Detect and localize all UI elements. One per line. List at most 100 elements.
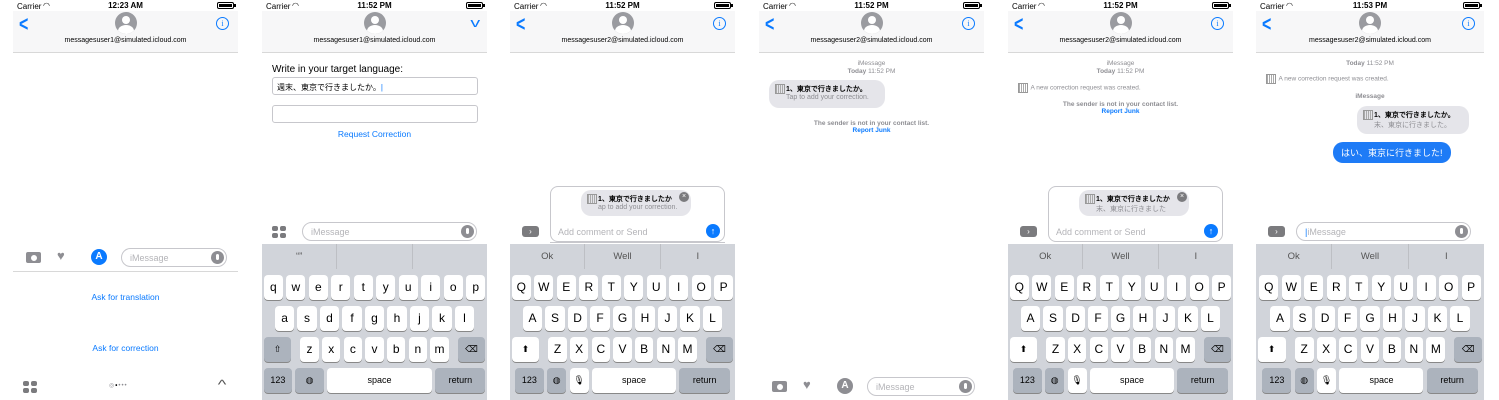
key-s[interactable]: S xyxy=(1043,306,1063,331)
key-d[interactable]: D xyxy=(567,306,588,331)
key-a[interactable]: a xyxy=(274,306,295,331)
return-key[interactable]: return xyxy=(679,368,731,393)
space-key[interactable]: space xyxy=(591,368,676,393)
key-z[interactable]: Z xyxy=(1294,337,1314,362)
key-k[interactable]: K xyxy=(1427,306,1448,331)
dictation-key-icon[interactable]: 🎙 xyxy=(1067,368,1087,393)
shift-key-icon[interactable]: ⬆ xyxy=(511,337,540,362)
key-r[interactable]: r xyxy=(331,275,351,300)
key-j[interactable]: J xyxy=(1155,306,1176,331)
key-j[interactable]: J xyxy=(1405,306,1425,331)
contact-name[interactable]: messagesuser2@simulated.icloud.com xyxy=(1008,37,1233,44)
key-g[interactable]: G xyxy=(1360,306,1380,331)
key-h[interactable]: H xyxy=(1382,306,1403,331)
key-c[interactable]: C xyxy=(1089,337,1109,362)
suggestion-3[interactable]: I xyxy=(1409,244,1484,269)
info-icon[interactable]: i xyxy=(216,17,229,30)
key-w[interactable]: W xyxy=(534,275,554,300)
expand-chevron-icon[interactable]: ^ xyxy=(218,377,227,392)
key-u[interactable]: u xyxy=(398,275,418,300)
contact-name[interactable]: messagesuser2@simulated.icloud.com xyxy=(510,37,735,44)
ask-correction-link[interactable]: Ask for correction xyxy=(13,343,238,353)
page-dots-icon[interactable]: ◎•••• xyxy=(109,382,128,389)
key-z[interactable]: z xyxy=(300,337,319,362)
key-g[interactable]: G xyxy=(612,306,633,331)
app-drawer-icon[interactable] xyxy=(23,381,37,393)
key-w[interactable]: W xyxy=(1032,275,1052,300)
message-input[interactable]: |iMessage xyxy=(1296,222,1471,241)
expand-apps-icon[interactable]: › xyxy=(1268,226,1285,237)
dictation-key-icon[interactable]: 🎙 xyxy=(569,368,589,393)
back-chevron-icon[interactable]: < xyxy=(1014,14,1023,37)
key-c[interactable]: C xyxy=(1338,337,1358,362)
key-y[interactable]: Y xyxy=(624,275,644,300)
backspace-key-icon[interactable]: ⌫ xyxy=(1454,337,1483,362)
suggestion-1[interactable]: Ok xyxy=(510,244,586,269)
app-store-icon[interactable]: A xyxy=(837,378,853,394)
remove-icon[interactable]: × xyxy=(679,192,689,202)
key-n[interactable]: n xyxy=(408,337,428,362)
key-x[interactable]: X xyxy=(1067,337,1087,362)
key-t[interactable]: T xyxy=(1349,275,1369,300)
suggestion-3[interactable]: I xyxy=(1159,244,1233,269)
key-a[interactable]: A xyxy=(1020,306,1041,331)
key-b[interactable]: B xyxy=(634,337,654,362)
send-arrow-icon[interactable]: ↑ xyxy=(706,224,720,238)
key-n[interactable]: N xyxy=(656,337,676,362)
key-t[interactable]: t xyxy=(353,275,373,300)
space-key[interactable]: space xyxy=(1089,368,1174,393)
suggestion-1[interactable]: Ok xyxy=(1008,244,1084,269)
key-z[interactable]: Z xyxy=(548,337,567,362)
outgoing-message-bubble[interactable]: はい、東京に行きました! xyxy=(1333,142,1451,163)
key-x[interactable]: X xyxy=(1316,337,1336,362)
key-f[interactable]: f xyxy=(342,306,362,331)
avatar[interactable] xyxy=(860,12,883,34)
avatar[interactable] xyxy=(1109,12,1132,34)
correction-preview-bubble[interactable]: 1、東京で行きましたか ap to add your correction. × xyxy=(581,190,691,216)
key-i[interactable]: I xyxy=(669,275,689,300)
key-z[interactable]: Z xyxy=(1046,337,1065,362)
key-g[interactable]: g xyxy=(364,306,385,331)
space-key[interactable]: space xyxy=(1339,368,1424,393)
globe-key-icon[interactable]: ◍ xyxy=(1294,368,1314,393)
key-x[interactable]: X xyxy=(569,337,589,362)
suggestion-3[interactable]: I xyxy=(661,244,735,269)
key-h[interactable]: h xyxy=(387,306,407,331)
info-icon[interactable]: i xyxy=(1462,17,1475,30)
request-correction-link[interactable]: Request Correction xyxy=(262,129,487,139)
suggestion-2[interactable]: Well xyxy=(1332,244,1409,269)
key-b[interactable]: b xyxy=(386,337,406,362)
numbers-key[interactable]: 123 xyxy=(514,368,544,393)
key-e[interactable]: E xyxy=(1304,275,1324,300)
key-v[interactable]: V xyxy=(1111,337,1130,362)
key-w[interactable]: W xyxy=(1281,275,1301,300)
key-k[interactable]: k xyxy=(432,306,452,331)
key-o[interactable]: O xyxy=(1189,275,1209,300)
key-q[interactable]: Q xyxy=(1259,275,1279,300)
backspace-key-icon[interactable]: ⌫ xyxy=(457,337,486,362)
avatar[interactable] xyxy=(114,12,137,34)
microphone-icon[interactable] xyxy=(211,251,224,264)
backspace-key-icon[interactable]: ⌫ xyxy=(705,337,734,362)
info-icon[interactable]: i xyxy=(1211,17,1224,30)
microphone-icon[interactable] xyxy=(959,380,972,393)
shift-key-icon[interactable]: ⬆ xyxy=(1009,337,1038,362)
key-m[interactable]: M xyxy=(1176,337,1195,362)
camera-icon[interactable] xyxy=(772,381,787,392)
key-t[interactable]: T xyxy=(601,275,621,300)
numbers-key[interactable]: 123 xyxy=(1012,368,1042,393)
key-j[interactable]: J xyxy=(657,306,678,331)
microphone-icon[interactable] xyxy=(461,225,474,238)
key-e[interactable]: E xyxy=(556,275,576,300)
key-g[interactable]: G xyxy=(1110,306,1131,331)
key-b[interactable]: B xyxy=(1382,337,1402,362)
key-p[interactable]: P xyxy=(1212,275,1232,300)
key-f[interactable]: F xyxy=(590,306,610,331)
key-d[interactable]: D xyxy=(1315,306,1335,331)
return-key[interactable]: return xyxy=(1426,368,1478,393)
key-m[interactable]: m xyxy=(430,337,449,362)
key-l[interactable]: L xyxy=(1200,306,1221,331)
key-p[interactable]: p xyxy=(466,275,486,300)
info-icon[interactable]: i xyxy=(962,17,975,30)
suggestion-2[interactable]: Well xyxy=(585,244,661,269)
